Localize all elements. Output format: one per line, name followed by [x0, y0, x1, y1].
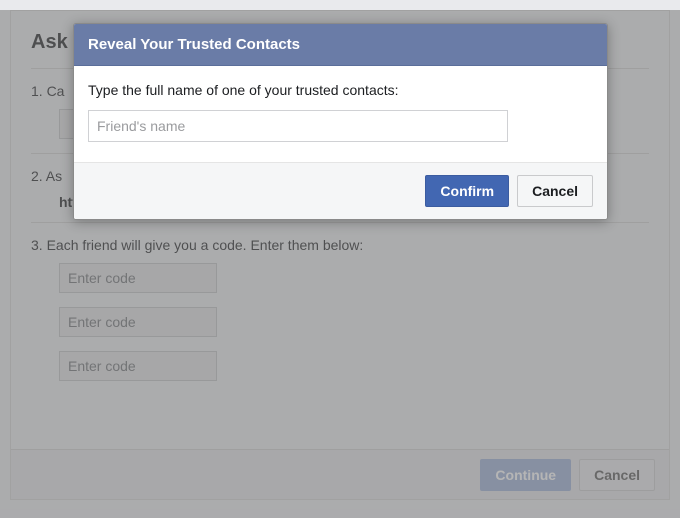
- modal-body: Type the full name of one of your truste…: [74, 66, 607, 162]
- reveal-contacts-modal: Reveal Your Trusted Contacts Type the fu…: [73, 23, 608, 220]
- modal-footer: Confirm Cancel: [74, 162, 607, 219]
- modal-title: Reveal Your Trusted Contacts: [74, 24, 607, 66]
- modal-prompt: Type the full name of one of your truste…: [88, 82, 593, 98]
- friend-name-input[interactable]: [88, 110, 508, 142]
- confirm-button[interactable]: Confirm: [425, 175, 509, 207]
- modal-cancel-button[interactable]: Cancel: [517, 175, 593, 207]
